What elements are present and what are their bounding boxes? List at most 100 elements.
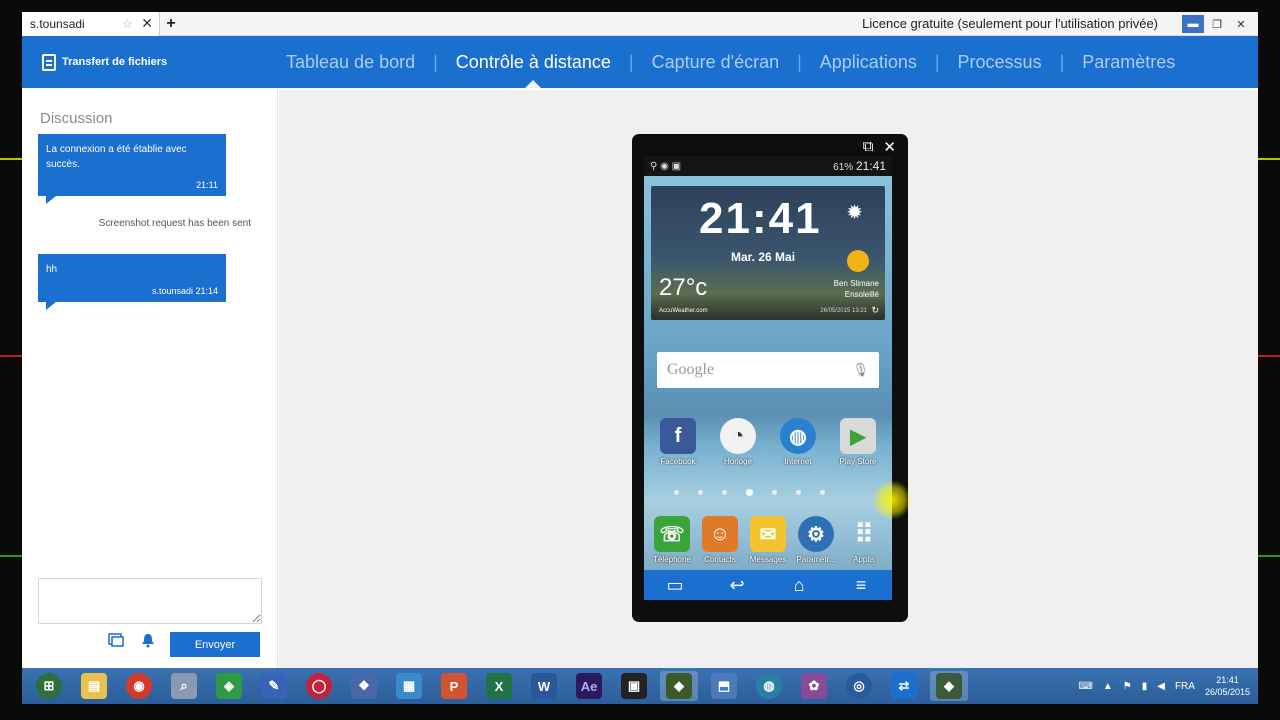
close-icon[interactable]: ✕	[883, 138, 896, 156]
volume-icon[interactable]: ◀	[1157, 681, 1165, 692]
refresh-icon[interactable]: ↻	[871, 305, 879, 316]
close-window-button[interactable]: ✕	[1230, 15, 1252, 33]
layers-icon: ▦	[396, 673, 422, 699]
chat-message-text: La connexion a été établie avec succès.	[46, 144, 187, 170]
taskbar-item[interactable]: ◆	[930, 671, 968, 701]
app-messages[interactable]: ✉ Messages	[744, 516, 792, 564]
taskbar-item[interactable]: P	[435, 671, 473, 701]
screenshot-attach-icon[interactable]	[108, 632, 124, 648]
tab-remote-control[interactable]: Contrôle à distance	[456, 36, 611, 88]
app-clock[interactable]: ◔ Horloge	[711, 418, 765, 466]
page-indicator	[674, 489, 825, 496]
file-explorer-icon: ▤	[81, 673, 107, 699]
taskbar-item[interactable]: ▤	[75, 671, 113, 701]
airdroid-icon: ◆	[936, 673, 962, 699]
microphone-icon[interactable]: 🎙	[852, 362, 869, 378]
taskbar-item[interactable]: ❖	[345, 671, 383, 701]
taskbar-item[interactable]: Ae	[570, 671, 608, 701]
brand-label: Transfert de fichiers	[62, 56, 168, 68]
app-label: Paramètr...	[796, 555, 836, 564]
tab-dashboard[interactable]: Tableau de bord	[286, 36, 415, 88]
back-icon[interactable]: ↩	[717, 575, 757, 596]
tab-processes[interactable]: Processus	[958, 36, 1042, 88]
close-tab-icon[interactable]: ✕	[141, 15, 153, 32]
network-tray-icon[interactable]: ▮	[1142, 681, 1148, 692]
start-orb-icon: ⊞	[36, 673, 62, 699]
app-play-store[interactable]: ▶ Play Store	[831, 418, 885, 466]
app-facebook[interactable]: f Facebook	[651, 418, 705, 466]
contacts-icon: ☺	[702, 516, 738, 552]
phone-screen[interactable]: ⚲ ◉ ▣ 61% 21:41 21:41 ✹ Mar. 26 Mai 27°c…	[644, 156, 892, 600]
taskbar-item[interactable]: ⌕	[165, 671, 203, 701]
taskbar-item[interactable]: ◍	[750, 671, 788, 701]
tab-settings[interactable]: Paramètres	[1082, 36, 1175, 88]
status-icons-left: ⚲ ◉ ▣	[650, 160, 682, 172]
taskbar-item[interactable]: ◈	[210, 671, 248, 701]
star-icon[interactable]: ☆	[122, 16, 134, 32]
send-button[interactable]: Envoyer	[170, 632, 260, 657]
file-transfer-link[interactable]: Transfert de fichiers	[22, 53, 278, 71]
taskbar-item[interactable]: ⬒	[705, 671, 743, 701]
taskbar-item[interactable]: X	[480, 671, 518, 701]
system-message: Screenshot request has been sent	[98, 218, 251, 229]
taskbar-start[interactable]: ⊞	[30, 671, 68, 701]
tray-expand-icon[interactable]: ▲	[1103, 681, 1113, 692]
network-globe-icon: ◍	[756, 673, 782, 699]
tab-screenshot[interactable]: Capture d'écran	[652, 36, 780, 88]
flag-icon[interactable]: ⚑	[1123, 681, 1132, 692]
chat-message: hh s.tounsadi 21:14	[38, 254, 226, 310]
tab-applications[interactable]: Applications	[820, 36, 917, 88]
document-icon	[42, 53, 56, 71]
home-icon[interactable]: ⌂	[779, 575, 819, 596]
restore-button[interactable]: ❐	[1206, 15, 1228, 33]
browser-tab[interactable]: s.tounsadi ☆ ✕	[22, 12, 160, 36]
recent-apps-icon[interactable]: ≡	[841, 575, 881, 596]
chat-message-text: hh	[46, 264, 58, 275]
taskbar-item[interactable]: ◉	[120, 671, 158, 701]
app-phone[interactable]: ☏ Téléphone	[648, 516, 696, 564]
taskbar-clock[interactable]: 21:41 26/05/2015	[1205, 674, 1250, 698]
status-clock: 21:41	[855, 159, 886, 173]
taskbar-item[interactable]: ⇄	[885, 671, 923, 701]
titlebar: s.tounsadi ☆ ✕ + Licence gratuite (seule…	[22, 12, 1258, 36]
popout-icon[interactable]: ⧉	[863, 138, 874, 156]
app-contacts[interactable]: ☺ Contacts	[696, 516, 744, 564]
play-store-icon: ▶	[840, 418, 876, 454]
taskbar-date: 26/05/2015	[1204, 687, 1250, 697]
nav-separator: |	[934, 51, 940, 72]
windows-taskbar: ⊞ ▤ ◉ ⌕ ◈ ✎ ◯ ❖ ▦ P X W Ae ▣ ◆ ⬒ ◍ ✿ ◎ ⇄…	[22, 668, 1258, 704]
chat-title: Discussion	[40, 110, 113, 127]
chat-panel: Discussion La connexion a été établie av…	[22, 90, 278, 668]
language-indicator[interactable]: FRA	[1175, 681, 1195, 692]
widget-temp: 27°c	[659, 274, 708, 301]
taskbar-item[interactable]: ◯	[300, 671, 338, 701]
bell-icon[interactable]	[140, 632, 156, 648]
keyboard-icon[interactable]: ⌨	[1078, 681, 1092, 692]
widget-time: 21:41	[699, 194, 822, 243]
taskbar-item[interactable]: W	[525, 671, 563, 701]
phone-frame: ⧉ ✕ ⚲ ◉ ▣ 61% 21:41 21:41 ✹ Mar. 26 Mai …	[632, 134, 908, 622]
taskbar-item[interactable]: ✿	[795, 671, 833, 701]
app-settings[interactable]: ⚙ Paramètr...	[792, 516, 840, 564]
chat-input[interactable]	[38, 578, 262, 624]
nav-separator: |	[1059, 51, 1065, 72]
taskbar-item[interactable]: ✎	[255, 671, 293, 701]
app-label: Applis	[853, 555, 875, 564]
google-search-bar[interactable]: Google 🎙	[657, 352, 879, 388]
app-label: Téléphone	[653, 555, 691, 564]
taskbar-item[interactable]: ▣	[615, 671, 653, 701]
app-internet[interactable]: ◍ Internet	[771, 418, 825, 466]
app-drawer[interactable]: ⠿ Applis	[840, 516, 888, 565]
new-tab-button[interactable]: +	[160, 15, 182, 33]
page-dot-active	[746, 489, 753, 496]
apps-grid-icon: ⠿	[854, 518, 874, 549]
weather-widget[interactable]: 21:41 ✹ Mar. 26 Mai 27°c Ben Slimane Ens…	[651, 186, 885, 320]
menu-icon[interactable]: ▭	[655, 575, 695, 596]
taskbar-item[interactable]: ◆	[660, 671, 698, 701]
taskbar-item[interactable]: ◎	[840, 671, 878, 701]
widget-updated: 26/05/2015 13:21	[820, 308, 867, 314]
taskbar-item[interactable]: ▦	[390, 671, 428, 701]
minimize-button[interactable]: ▬	[1182, 15, 1204, 33]
virtualbox-icon: ❖	[351, 673, 377, 699]
widget-condition: Ensoleillé	[844, 290, 879, 299]
